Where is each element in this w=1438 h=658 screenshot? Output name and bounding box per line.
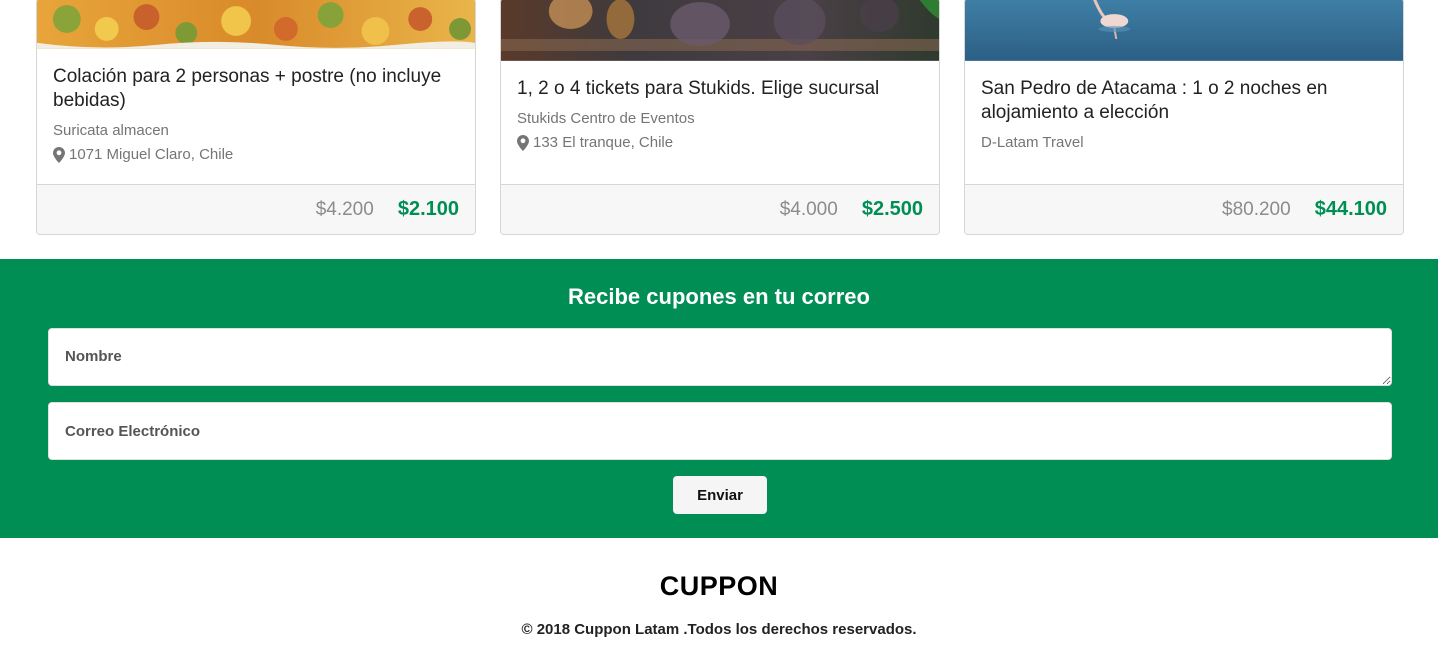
deals-grid: Colación para 2 personas + postre (no in… [0, 0, 1438, 259]
footer: CUPPON © 2018 Cuppon Latam .Todos los de… [0, 538, 1438, 658]
deal-title[interactable]: San Pedro de Atacama : 1 o 2 noches en a… [981, 77, 1387, 125]
deal-merchant: Stukids Centro de Eventos [517, 110, 695, 127]
deal-image[interactable] [501, 0, 939, 61]
deal-address-text: 133 El tranque, Chile [533, 134, 674, 151]
name-field[interactable] [48, 328, 1392, 386]
deal-price-bar: $4.000 $2.500 [501, 184, 939, 234]
deal-card[interactable]: 1, 2 o 4 tickets para Stukids. Elige suc… [500, 0, 940, 235]
deal-address: 133 El tranque, Chile [517, 133, 923, 153]
deal-image[interactable] [965, 0, 1403, 61]
submit-button[interactable]: Enviar [673, 476, 767, 514]
newsletter-section: Recibe cupones en tu correo Enviar [0, 259, 1438, 538]
deal-old-price: $80.200 [1222, 198, 1291, 220]
deal-address-text: 1071 Miguel Claro, Chile [69, 146, 234, 163]
deal-image[interactable] [37, 0, 475, 49]
deal-price-bar: $4.200 $2.100 [37, 184, 475, 234]
deal-new-price: $44.100 [1314, 198, 1387, 220]
location-pin-icon [53, 147, 65, 163]
email-field[interactable] [48, 402, 1392, 460]
deal-merchant: Suricata almacen [53, 122, 169, 139]
deal-new-price: $2.100 [397, 198, 459, 220]
newsletter-title: Recibe cupones en tu correo [568, 284, 870, 309]
deal-card[interactable]: San Pedro de Atacama : 1 o 2 noches en a… [964, 0, 1404, 235]
deal-new-price: $2.500 [861, 198, 923, 220]
location-pin-icon [517, 135, 529, 151]
deal-card[interactable]: Colación para 2 personas + postre (no in… [36, 0, 476, 235]
deal-title[interactable]: Colación para 2 personas + postre (no in… [53, 65, 459, 113]
deal-price-bar: $80.200 $44.100 [965, 184, 1403, 234]
deal-old-price: $4.000 [779, 198, 838, 220]
copyright-text: © 2018 Cuppon Latam .Todos los derechos … [521, 621, 917, 638]
footer-brand: CUPPON [659, 571, 779, 601]
deal-title[interactable]: 1, 2 o 4 tickets para Stukids. Elige suc… [517, 77, 923, 101]
deal-old-price: $4.200 [315, 198, 374, 220]
deal-address: 1071 Miguel Claro, Chile [53, 145, 459, 165]
deal-merchant: D-Latam Travel [981, 134, 1084, 151]
